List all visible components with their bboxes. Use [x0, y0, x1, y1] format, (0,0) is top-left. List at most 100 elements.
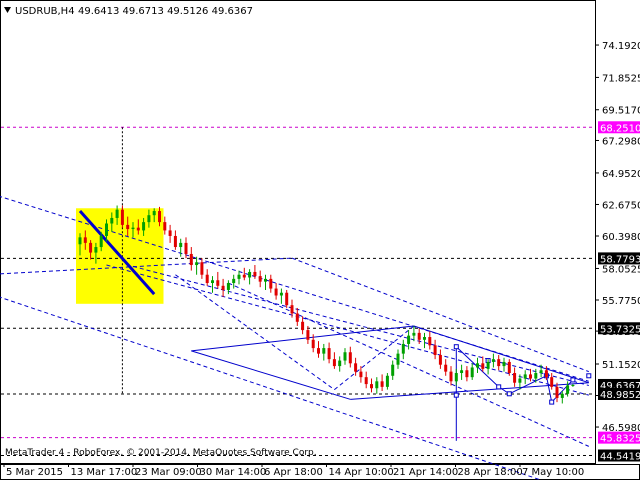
pattern-marker-5 — [570, 377, 576, 383]
candle-body — [221, 285, 225, 290]
candle-body — [560, 393, 564, 398]
candle-body — [481, 363, 485, 369]
candle-body — [454, 373, 458, 382]
ohlc-readout: 49.6413 49.6713 49.5126 49.6367 — [78, 6, 253, 17]
candle-body — [264, 278, 267, 282]
x-tick-label-3: 30 Mar 14:00 — [200, 467, 267, 478]
candle-body — [78, 237, 82, 245]
candle-body — [497, 359, 501, 367]
x-tick-label-6: 21 Apr 14:00 — [393, 467, 458, 478]
candle-body — [147, 215, 151, 223]
candle-body — [571, 384, 575, 386]
pattern-marker-2 — [506, 391, 512, 397]
candle-body — [417, 332, 421, 340]
x-tick-label-4: 6 Apr 18:00 — [264, 467, 323, 478]
candle-body — [83, 237, 87, 243]
candle-body — [126, 224, 130, 230]
candle-body — [566, 385, 570, 394]
candle-body — [94, 247, 98, 253]
y-tick-label-4: 64.9520 — [602, 169, 640, 180]
candle-body — [317, 348, 320, 354]
y-tick-label-0: 74.1920 — [602, 41, 640, 52]
level-badge-label-2: 53.7325 — [600, 324, 640, 335]
candle-body — [370, 384, 373, 389]
pattern-marker-1 — [496, 384, 502, 390]
x-tick-label-7: 28 Apr 18:00 — [458, 467, 523, 478]
candle-body — [444, 364, 448, 372]
candle-body — [242, 274, 246, 278]
pattern-marker-6 — [586, 373, 592, 379]
candle-body — [115, 209, 119, 218]
candle-body — [163, 222, 167, 231]
candle-body — [131, 227, 135, 230]
candle-body — [348, 352, 352, 364]
candle-body — [168, 230, 172, 236]
candle-body — [391, 364, 395, 376]
candle-body — [322, 348, 326, 354]
candle-body — [205, 274, 209, 284]
candle-body — [534, 373, 538, 379]
candle-body — [306, 330, 310, 340]
candle-body — [158, 211, 161, 223]
candle-body — [237, 274, 241, 279]
candle-body — [529, 374, 532, 379]
level-badge-label-1: 58.7793 — [600, 254, 640, 265]
candle-body — [152, 211, 156, 216]
candle-body — [380, 381, 384, 387]
candle-body — [274, 288, 278, 296]
x-tick-label-2: 23 Mar 09:00 — [135, 467, 202, 478]
candle-body — [550, 377, 554, 387]
candle-body — [295, 313, 299, 322]
candle-body — [338, 360, 342, 367]
y-tick-label-1: 71.8525 — [602, 73, 640, 84]
candle-body — [428, 337, 432, 346]
candle-body — [332, 359, 336, 367]
candle-body — [465, 370, 469, 378]
candle-body — [507, 361, 511, 374]
x-tick-label-0: 5 Mar 2015 — [6, 467, 63, 478]
candlestick-chart: 74.1920 71.8525 69.5170 67.2980 64.9520 62.67… — [0, 0, 640, 480]
level-badge-label-0: 68.2510 — [600, 123, 640, 134]
candle-body — [412, 332, 416, 336]
copyright-text: MetaTrader 4 - RoboForex, © 2001-2014, M… — [5, 448, 317, 458]
y-tick-label-5: 62.6750 — [602, 200, 640, 211]
candle-body — [396, 353, 400, 365]
y-tick-label-7: 58.0525 — [602, 264, 640, 275]
candle-body — [518, 378, 522, 383]
candle-body — [401, 343, 405, 354]
candle-body — [258, 276, 262, 282]
level-badge-label-4: 48.9852 — [600, 390, 640, 401]
candle-body — [211, 280, 214, 284]
candle-body — [544, 370, 548, 378]
candle-body — [301, 321, 305, 331]
y-tick-label-2: 69.5170 — [602, 106, 640, 117]
level-badge-label-6: 44.5419 — [600, 451, 640, 462]
candle-body — [285, 292, 289, 306]
pattern-marker-0 — [453, 344, 459, 350]
candle-body — [105, 223, 108, 236]
pattern-marker-4 — [549, 399, 555, 405]
y-tick-label-3: 67.2980 — [602, 136, 640, 147]
candle-body — [248, 271, 252, 278]
candle-body — [269, 278, 273, 289]
candle-body — [279, 292, 283, 296]
candle-body — [513, 373, 517, 383]
candle-body — [311, 339, 315, 349]
candle-body — [460, 370, 464, 374]
candle-body — [189, 253, 193, 266]
candle-body — [433, 345, 437, 356]
x-tick-label-8: 7 May 10:00 — [522, 467, 584, 478]
candle-body — [359, 371, 363, 378]
candle-body — [173, 235, 177, 248]
x-tick-label-1: 13 Mar 17:00 — [71, 467, 138, 478]
candle-body — [120, 209, 124, 225]
y-tick-label-10: 51.1520 — [602, 360, 640, 371]
pattern-marker-8 — [453, 392, 459, 398]
y-tick-label-6: 60.3980 — [602, 232, 640, 243]
candle-body — [184, 242, 188, 254]
candle-body — [423, 337, 426, 340]
candle-body — [438, 355, 442, 365]
candle-body — [226, 283, 230, 290]
candle-body — [354, 363, 358, 372]
candle-body — [385, 375, 389, 387]
